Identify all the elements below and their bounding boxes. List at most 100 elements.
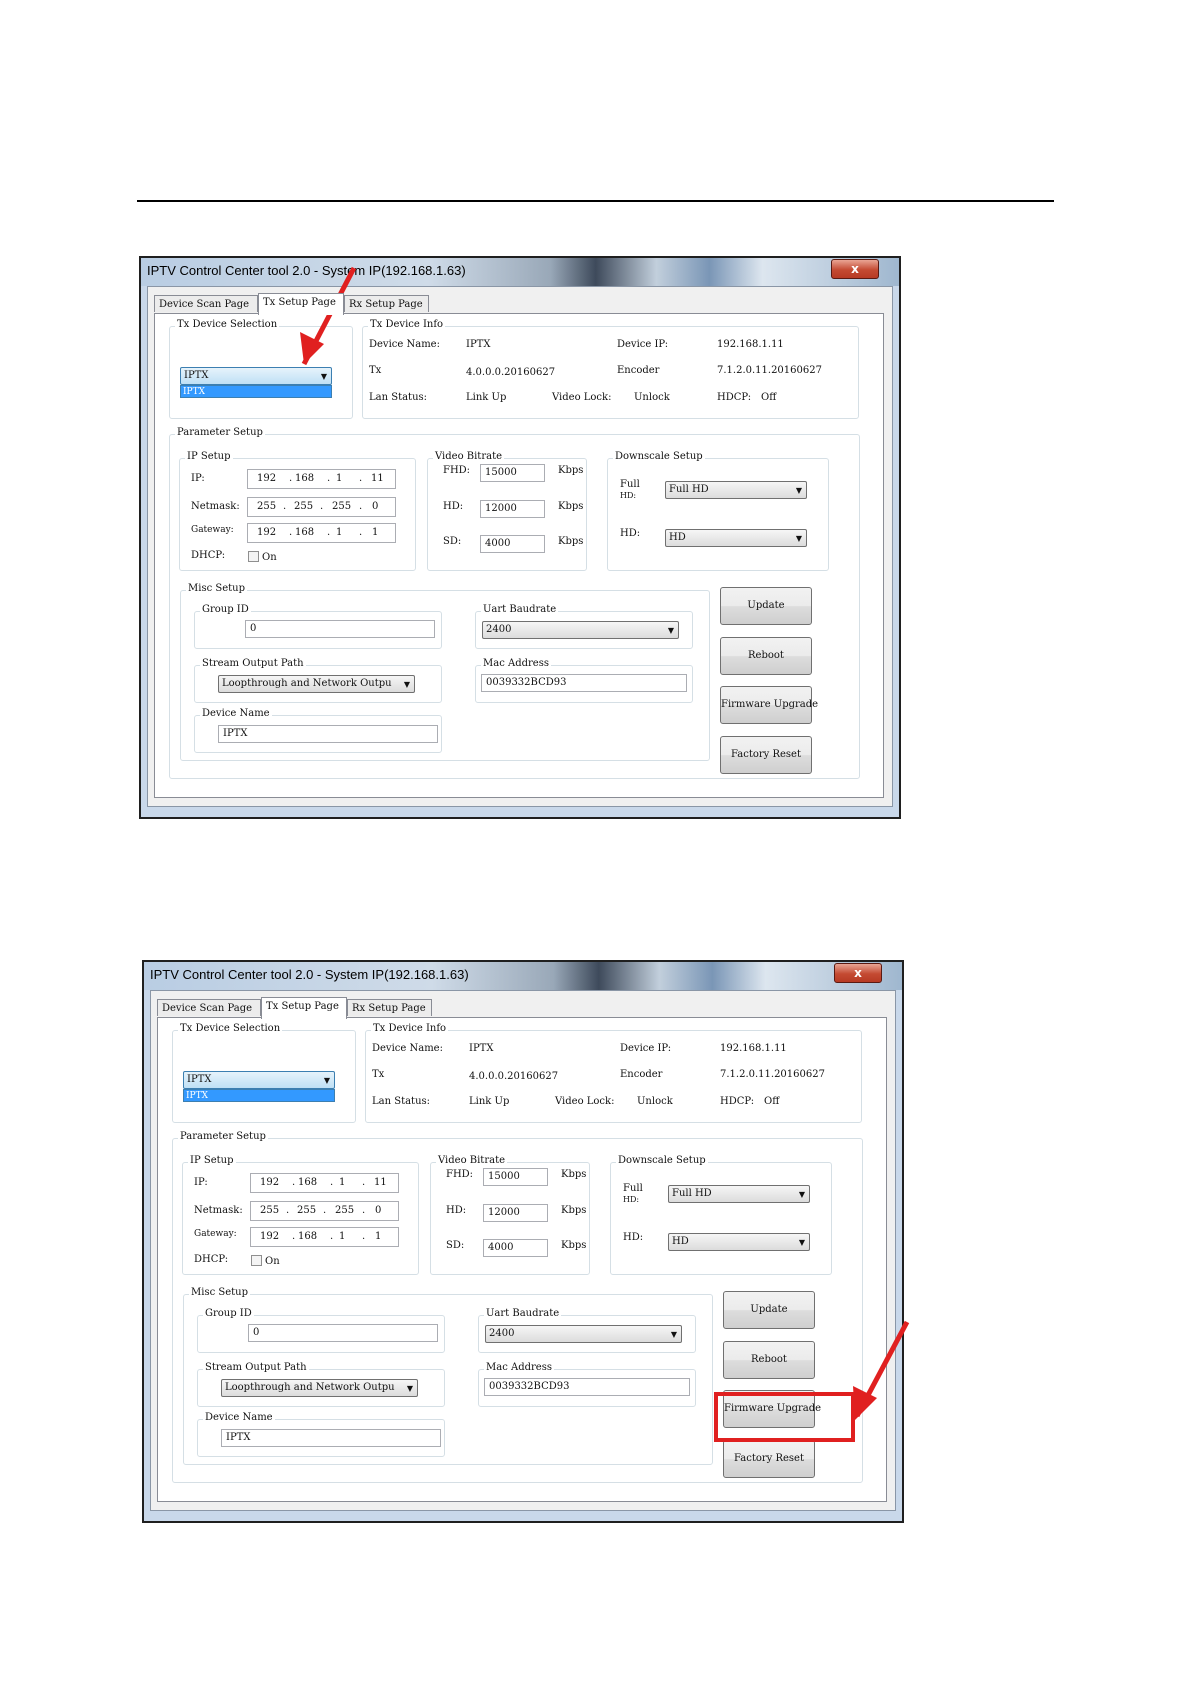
dropdown-option-iptx[interactable]: IPTX	[183, 1089, 335, 1102]
full-hd-downscale-select[interactable]: Full HD ▼	[665, 481, 807, 499]
close-button[interactable]: x	[834, 963, 882, 983]
factory-reset-button[interactable]: Factory Reset	[720, 736, 812, 774]
dhcp-checkbox[interactable]	[251, 1255, 262, 1266]
dhcp-label: DHCP:	[194, 1254, 229, 1265]
video-lock-value: Unlock	[634, 392, 670, 403]
video-lock-value: Unlock	[637, 1096, 673, 1107]
hdcp-label: HDCP:	[717, 392, 752, 403]
group-label: Misc Setup	[189, 1287, 250, 1298]
select-value: HD	[672, 1236, 689, 1247]
gateway-octet: 168	[295, 527, 315, 538]
netmask-octet: 255	[332, 501, 352, 512]
gateway-input[interactable]: 192. 168. 1. 1	[247, 523, 396, 543]
ip-octet: 192	[257, 473, 277, 484]
group-label: Parameter Setup	[175, 427, 265, 438]
hd-unit: Kbps	[561, 1205, 587, 1216]
device-name-input[interactable]: IPTX	[221, 1429, 441, 1447]
gateway-input[interactable]: 192. 168. 1. 1	[250, 1227, 399, 1247]
reboot-button[interactable]: Reboot	[723, 1341, 815, 1379]
gateway-octet: 192	[260, 1231, 280, 1242]
group-label: Device Name	[200, 708, 272, 719]
factory-reset-button[interactable]: Factory Reset	[723, 1440, 815, 1478]
device-name-group: Device Name IPTX	[197, 1412, 445, 1457]
ip-setup-group: IP Setup IP: 192. 168. 1. 11 Netmask: 25…	[179, 451, 416, 571]
reboot-button[interactable]: Reboot	[720, 637, 812, 675]
firmware-upgrade-button[interactable]: Firmware Upgrade	[720, 686, 818, 724]
sd-bitrate-input[interactable]: 4000	[483, 1239, 548, 1257]
tx-version-value: 4.0.0.0.20160627	[466, 367, 556, 378]
fhd-bitrate-input[interactable]: 15000	[483, 1168, 548, 1186]
fhd-label: FHD:	[443, 465, 471, 476]
tx-version-value: 4.0.0.0.20160627	[469, 1071, 559, 1082]
stream-output-path-select[interactable]: Loopthrough and Network Outpu ▼	[221, 1379, 418, 1397]
close-button[interactable]: x	[831, 259, 879, 279]
group-label: Misc Setup	[186, 583, 247, 594]
ip-octet: 1	[336, 473, 343, 484]
netmask-octet: 0	[375, 1205, 382, 1216]
hd-bitrate-input[interactable]: 12000	[480, 500, 545, 518]
hd-bitrate-input[interactable]: 12000	[483, 1204, 548, 1222]
downscale-hd-label: HD:	[620, 528, 641, 539]
device-name-label: Device Name:	[372, 1043, 443, 1054]
netmask-input[interactable]: 255. 255. 255. 0	[247, 497, 396, 517]
fhd-bitrate-input[interactable]: 15000	[480, 464, 545, 482]
group-label: Group ID	[203, 1308, 254, 1319]
tab-tx-setup[interactable]: Tx Setup Page	[258, 293, 344, 315]
group-label: Downscale Setup	[613, 451, 705, 462]
device-ip-label: Device IP:	[617, 339, 669, 350]
group-label: Mac Address	[481, 658, 551, 669]
lan-status-value: Link Up	[469, 1096, 510, 1107]
gateway-octet: 1	[372, 527, 379, 538]
dhcp-checkbox[interactable]	[248, 551, 259, 562]
update-button[interactable]: Update	[720, 587, 812, 625]
tx-device-select[interactable]: IPTX ▼	[183, 1071, 335, 1089]
hd-downscale-select[interactable]: HD ▼	[665, 529, 807, 547]
hd-downscale-select[interactable]: HD ▼	[668, 1233, 810, 1251]
window-titlebar: IPTV Control Center tool 2.0 - System IP…	[141, 258, 899, 286]
mac-address-input[interactable]: 0039332BCD93	[481, 674, 687, 692]
red-arrow-annotation-2	[853, 1320, 910, 1420]
video-bitrate-group: Video Bitrate FHD: 15000 Kbps HD: 12000 …	[427, 451, 587, 571]
update-button[interactable]: Update	[723, 1291, 815, 1329]
sd-bitrate-input[interactable]: 4000	[480, 535, 545, 553]
sd-label: SD:	[443, 536, 462, 547]
ip-address-input[interactable]: 192. 168. 1. 11	[247, 469, 396, 489]
chevron-down-icon: ▼	[795, 486, 802, 495]
device-name-input[interactable]: IPTX	[218, 725, 438, 743]
ip-octet: 1	[339, 1177, 346, 1188]
gateway-octet: 168	[298, 1231, 318, 1242]
ip-octet: 11	[371, 473, 384, 484]
tab-device-scan[interactable]: Device Scan Page	[157, 999, 261, 1016]
hdcp-value: Off	[764, 1096, 780, 1107]
dhcp-on-label: On	[262, 552, 277, 563]
group-label: Tx Device Selection	[175, 319, 280, 330]
group-label: Tx Device Info	[368, 319, 446, 330]
tab-tx-setup[interactable]: Tx Setup Page	[261, 997, 347, 1019]
gateway-octet: 1	[339, 1231, 346, 1242]
chevron-down-icon: ▼	[323, 1076, 330, 1085]
tx-version-label: Tx	[369, 365, 382, 376]
device-name-value: IPTX	[466, 339, 491, 350]
window-title: IPTV Control Center tool 2.0 - System IP…	[150, 967, 469, 982]
ip-address-input[interactable]: 192. 168. 1. 11	[250, 1173, 399, 1193]
tab-device-scan[interactable]: Device Scan Page	[154, 295, 258, 312]
netmask-input[interactable]: 255. 255. 255. 0	[250, 1201, 399, 1221]
firmware-upgrade-highlight-box	[714, 1392, 855, 1442]
dropdown-option-iptx[interactable]: IPTX	[180, 385, 332, 398]
netmask-octet: 255	[260, 1205, 280, 1216]
group-id-input[interactable]: 0	[248, 1324, 438, 1342]
gateway-octet: 1	[336, 527, 343, 538]
stream-output-path-select[interactable]: Loopthrough and Network Outpu ▼	[218, 675, 415, 693]
hdcp-label: HDCP:	[720, 1096, 755, 1107]
tab-rx-setup[interactable]: Rx Setup Page	[347, 999, 432, 1016]
group-id-input[interactable]: 0	[245, 620, 435, 638]
mac-address-input[interactable]: 0039332BCD93	[484, 1378, 690, 1396]
video-lock-label: Video Lock:	[552, 392, 612, 403]
netmask-octet: 255	[297, 1205, 317, 1216]
hd-unit: Kbps	[558, 501, 584, 512]
device-name-label: Device Name:	[369, 339, 440, 350]
uart-baudrate-select[interactable]: 2400 ▼	[485, 1325, 682, 1343]
uart-baudrate-select[interactable]: 2400 ▼	[482, 621, 679, 639]
full-hd-downscale-select[interactable]: Full HD ▼	[668, 1185, 810, 1203]
select-value: 2400	[486, 624, 512, 635]
